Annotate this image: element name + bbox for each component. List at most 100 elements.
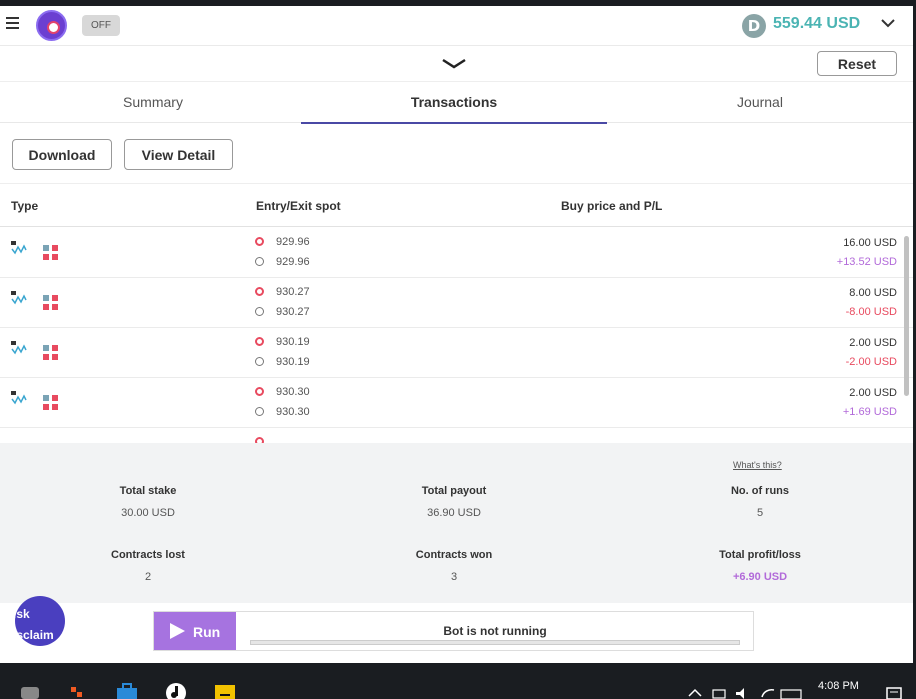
tab-bar: Summary Transactions Journal [0,81,913,124]
contracts-won-value: 3 [450,571,458,583]
entry-spot: 929.96 [255,236,310,248]
total-payout-label: Total payout [421,485,487,497]
profit-loss: +1.69 USD [842,406,897,418]
table-row-partial[interactable] [0,428,913,443]
run-label: Run [193,624,221,640]
trade-type-icon [43,245,59,261]
total-profit-loss: Total profit/loss +6.90 USD [610,549,910,583]
keyboard-icon[interactable] [780,682,802,699]
tab-summary[interactable]: Summary [0,82,306,123]
chevron-down-icon[interactable] [880,17,896,29]
taskbar-app-icon[interactable] [67,682,89,699]
total-profit-value: +6.90 USD [732,571,788,583]
account-balance[interactable]: 559.44 USD [773,15,860,33]
network-icon[interactable] [708,682,730,699]
total-profit-label: Total profit/loss [719,549,801,561]
buy-price: 2.00 USD [849,387,897,399]
notification-icon[interactable] [884,682,906,699]
entry-spot: 930.30 [255,386,310,398]
exit-spot: 930.19 [255,356,310,368]
tiktok-icon[interactable] [165,682,187,699]
contracts-lost: Contracts lost 2 [0,549,298,583]
risk-disclaimer-button[interactable]: iskisclaim [15,596,65,646]
table-row[interactable]: 930.19 930.19 2.00 USD -2.00 USD [0,328,913,378]
total-stake-value: 30.00 USD [121,507,175,519]
exit-dot-icon [255,257,264,266]
trade-type-icon [43,295,59,311]
contracts-lost-value: 2 [144,571,152,583]
menu-icon[interactable] [6,17,19,29]
contract-type-icon [11,291,27,305]
trade-type-icon [43,395,59,411]
volume-icon[interactable] [731,682,753,699]
entry-spot: 930.27 [255,286,310,298]
total-payout: Total payout 36.90 USD [304,485,604,519]
number-of-runs: No. of runs 5 [610,485,910,519]
wifi-icon[interactable] [757,682,779,699]
exit-spot: 930.30 [255,406,310,418]
bot-status: Bot is not running [443,624,547,638]
run-panel: Run Bot is not running [153,611,754,651]
transactions-table[interactable]: 929.96 929.96 16.00 USD +13.52 USD 930.2… [0,228,913,443]
table-scrollbar[interactable] [904,236,909,396]
profit-loss: -2.00 USD [845,356,897,368]
summary-panel: What's this? Total stake 30.00 USD Total… [0,443,913,603]
reset-button[interactable]: Reset [817,51,897,76]
exit-spot: 930.27 [255,306,310,318]
entry-value: 930.30 [276,386,310,398]
currency-icon: D [742,14,766,38]
entry-spot: 930.19 [255,336,310,348]
table-row[interactable]: 930.27 930.27 8.00 USD -8.00 USD [0,278,913,328]
collapse-chevron-icon[interactable] [441,57,467,71]
entry-dot-icon [255,337,264,346]
entry-dot-icon [255,287,264,296]
entry-value: 929.96 [276,236,310,248]
trade-type-icon [43,345,59,361]
store-icon[interactable] [116,682,138,699]
exit-value: 930.19 [276,356,310,368]
file-explorer-icon[interactable] [214,682,236,699]
whats-this-link[interactable]: What's this? [733,460,782,470]
exit-dot-icon [255,357,264,366]
download-button[interactable]: Download [12,139,112,170]
exit-value: 929.96 [276,256,310,268]
column-entry-exit: Entry/Exit spot [256,199,341,213]
run-button[interactable]: Run [154,612,236,650]
toggle-switch[interactable]: OFF [82,15,120,36]
tab-transactions[interactable]: Transactions [301,82,607,124]
exit-value: 930.27 [276,306,310,318]
contracts-won-label: Contracts won [415,549,493,561]
view-detail-button[interactable]: View Detail [124,139,233,170]
total-payout-value: 36.90 USD [427,507,481,519]
total-stake: Total stake 30.00 USD [0,485,298,519]
column-buy-price: Buy price and P/L [561,199,663,213]
table-row[interactable]: 929.96 929.96 16.00 USD +13.52 USD [0,228,913,278]
buy-price: 8.00 USD [849,287,897,299]
table-header: Type Entry/Exit spot Buy price and P/L [0,183,913,227]
contracts-lost-label: Contracts lost [111,549,185,561]
runs-value: 5 [756,507,764,519]
entry-dot-icon [255,237,264,246]
entry-value: 930.19 [276,336,310,348]
entry-spot-partial [255,436,276,443]
entry-value: 930.27 [276,286,310,298]
app-logo-icon[interactable] [36,10,67,41]
exit-dot-icon [255,307,264,316]
taskbar-clock[interactable]: 4:08 PM [818,680,859,692]
entry-dot-icon [255,387,264,396]
header: OFF D 559.44 USD [0,6,913,46]
run-progress-bar [250,640,740,645]
column-type: Type [11,199,39,213]
buy-price: 2.00 USD [849,337,897,349]
exit-dot-icon [255,407,264,416]
contract-type-icon [11,241,27,255]
buy-price: 16.00 USD [843,237,897,249]
tab-journal[interactable]: Journal [607,82,913,123]
table-row[interactable]: 930.30 930.30 2.00 USD +1.69 USD [0,378,913,428]
profit-loss: -8.00 USD [845,306,897,318]
taskbar-app-icon[interactable] [20,682,42,699]
exit-value: 930.30 [276,406,310,418]
system-tray-up-icon[interactable] [684,682,706,699]
profit-loss: +13.52 USD [836,256,897,268]
contract-type-icon [11,391,27,405]
